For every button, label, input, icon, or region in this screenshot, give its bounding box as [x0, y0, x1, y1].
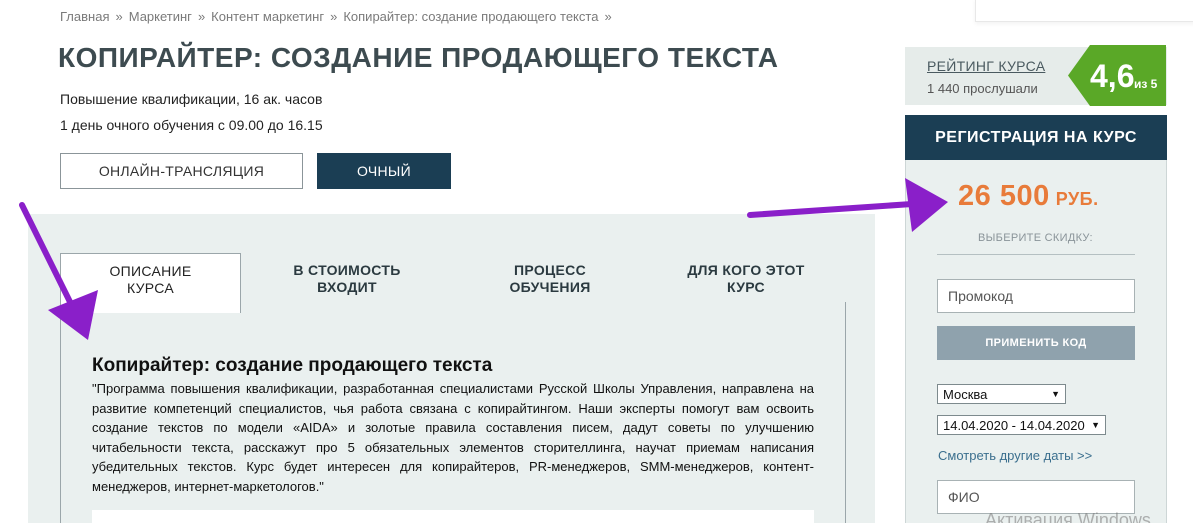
- breadcrumb-marketing[interactable]: Маркетинг: [129, 9, 192, 24]
- breadcrumb-separator: »: [115, 9, 123, 24]
- page-title: КОПИРАЙТЕР: СОЗДАНИЕ ПРОДАЮЩЕГО ТЕКСТА: [58, 42, 779, 73]
- tab-description-label: ОПИСАНИЕ КУРСА: [109, 263, 192, 296]
- tab-learning-process[interactable]: ПРОЦЕСС ОБУЧЕНИЯ: [470, 262, 630, 296]
- rating-scale: из 5: [1134, 77, 1158, 91]
- breadcrumb: Главная » Маркетинг » Контент маркетинг » Копи…: [60, 9, 618, 24]
- course-price: 26 500 РУБ.: [958, 180, 1099, 213]
- breadcrumb-separator: »: [197, 9, 206, 24]
- header-widget-box: [975, 0, 1193, 22]
- price-currency: РУБ.: [1055, 189, 1099, 209]
- rating-value: 4,6: [1090, 58, 1134, 94]
- description-heading: Копирайтер: создание продающего текста: [92, 355, 493, 376]
- tab-learning-process-label: ПРОЦЕСС ОБУЧЕНИЯ: [509, 262, 591, 295]
- online-mode-button[interactable]: ОНЛАЙН-ТРАНСЛЯЦИЯ: [60, 153, 303, 189]
- tab-price-includes-label: В СТОИМОСТЬ ВХОДИТ: [293, 262, 401, 295]
- breadcrumb-home[interactable]: Главная: [60, 9, 109, 24]
- breadcrumb-separator: »: [604, 9, 612, 24]
- course-schedule: 1 день очного обучения с 09.00 до 16.15: [60, 117, 323, 133]
- dropdown-arrow-icon: ▼: [1051, 389, 1060, 399]
- apply-code-button[interactable]: ПРИМЕНИТЬ КОД: [937, 326, 1135, 360]
- city-select[interactable]: Москва ▼: [937, 384, 1066, 404]
- tab-description[interactable]: ОПИСАНИЕ КУРСА: [60, 253, 241, 313]
- listeners-count: 1 440 прослушали: [927, 81, 1038, 96]
- tab-target-audience-label: ДЛЯ КОГО ЭТОТ КУРС: [687, 262, 805, 295]
- city-select-value: Москва: [943, 386, 988, 402]
- course-rating-link[interactable]: РЕЙТИНГ КУРСА: [927, 58, 1045, 74]
- dropdown-arrow-icon: ▼: [1091, 420, 1100, 430]
- breadcrumb-content-marketing[interactable]: Контент маркетинг: [211, 9, 324, 24]
- discount-label: ВЫБЕРИТЕ СКИДКУ:: [978, 232, 1093, 244]
- offline-mode-button[interactable]: ОЧНЫЙ: [317, 153, 451, 189]
- dates-select[interactable]: 14.04.2020 - 14.04.2020 ▼: [937, 415, 1106, 435]
- price-value: 26 500: [958, 180, 1050, 212]
- tab-target-audience[interactable]: ДЛЯ КОГО ЭТОТ КУРС: [666, 262, 826, 296]
- content-block-placeholder: [92, 510, 814, 523]
- full-name-input[interactable]: [937, 480, 1135, 514]
- promo-code-input[interactable]: [937, 279, 1135, 313]
- description-text: "Программа повышения квалификации, разра…: [92, 381, 814, 494]
- tab-price-includes[interactable]: В СТОИМОСТЬ ВХОДИТ: [262, 262, 432, 296]
- other-dates-link[interactable]: Смотреть другие даты >>: [938, 448, 1092, 463]
- breadcrumb-current[interactable]: Копирайтер: создание продающего текста: [343, 9, 598, 24]
- registration-header: РЕГИСТРАЦИЯ НА КУРС: [905, 115, 1167, 160]
- course-hours: Повышение квалификации, 16 ак. часов: [60, 91, 323, 107]
- discount-divider: [937, 254, 1135, 255]
- windows-activation-watermark: Активация Windows: [985, 510, 1151, 523]
- breadcrumb-separator: »: [330, 9, 338, 24]
- dates-select-value: 14.04.2020 - 14.04.2020: [943, 417, 1085, 433]
- rating-badge: 4,6 из 5: [1068, 45, 1166, 106]
